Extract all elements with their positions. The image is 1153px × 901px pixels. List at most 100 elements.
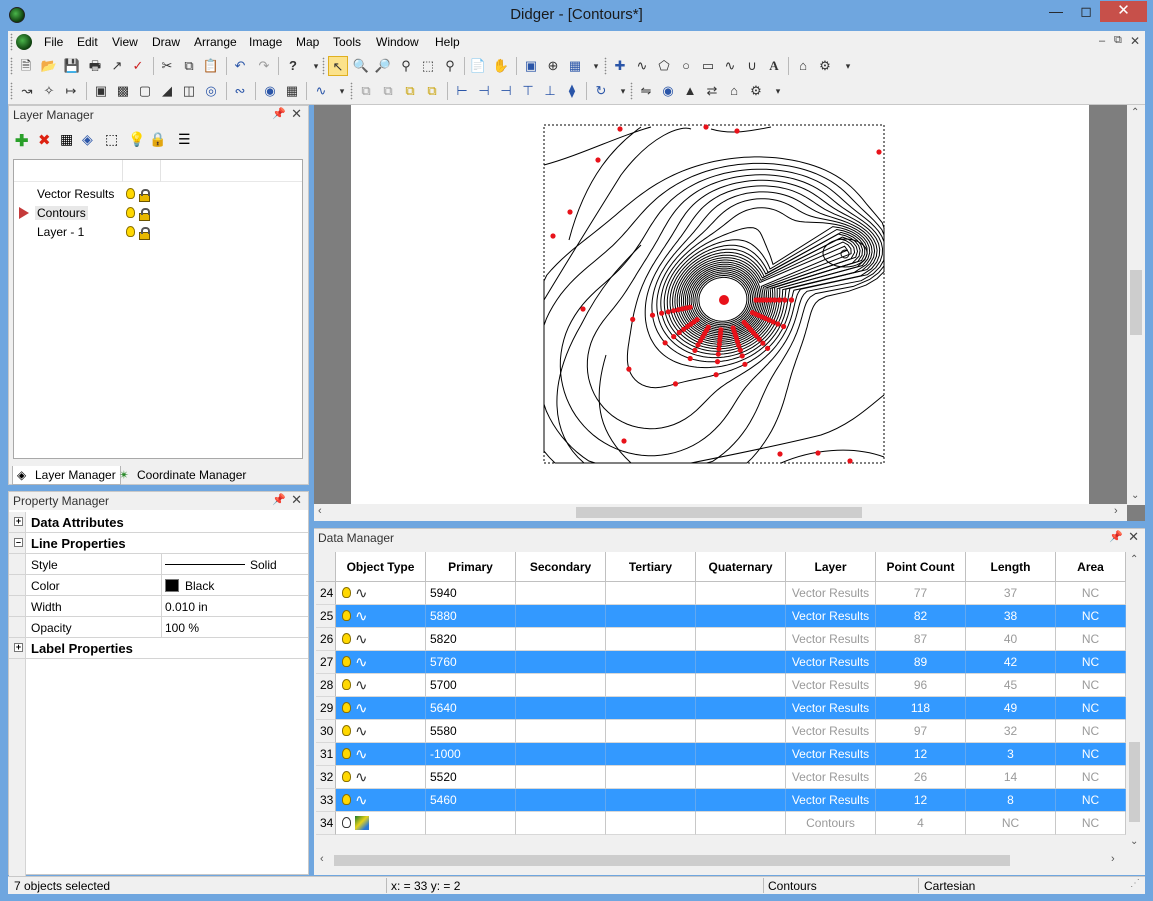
prop-style[interactable]: Style Solid	[9, 554, 308, 575]
close-panel-icon[interactable]: ✕	[291, 106, 302, 122]
digitized-point[interactable]	[718, 327, 724, 333]
layer-lock-icon[interactable]	[139, 227, 150, 240]
area-cell[interactable]: NC	[1056, 743, 1126, 766]
digitized-point[interactable]	[692, 347, 698, 353]
table-row[interactable]: 27 ∿ 5760 Vector Results 89 42 NC	[316, 651, 1126, 674]
zoom-selected-icon[interactable]: ⚲	[440, 56, 460, 76]
digitized-point[interactable]	[676, 329, 682, 336]
layer-cell[interactable]: Vector Results	[786, 651, 876, 674]
visibility-bulb-icon[interactable]	[342, 587, 351, 598]
split-icon[interactable]: ◫	[179, 81, 199, 101]
row-number[interactable]: 28	[316, 674, 336, 697]
layer-label[interactable]: Contours	[35, 206, 88, 220]
area-cell[interactable]: NC	[1056, 651, 1126, 674]
resize-grip-icon[interactable]: ⋰	[1130, 878, 1140, 889]
menu-grip[interactable]	[10, 33, 13, 51]
column-header[interactable]: Area	[1056, 552, 1126, 582]
object-type-cell[interactable]: ∿	[336, 628, 426, 651]
point-count-cell[interactable]: 12	[876, 743, 966, 766]
object-type-cell[interactable]: ∿	[336, 789, 426, 812]
ellipse-tool-icon[interactable]: ○	[676, 56, 696, 76]
digitized-point[interactable]	[621, 438, 627, 444]
digitized-point[interactable]	[775, 321, 781, 327]
scroll-thumb[interactable]	[1129, 742, 1140, 822]
digitized-point[interactable]	[782, 297, 788, 303]
globe-icon[interactable]: ◎	[201, 81, 221, 101]
menu-draw[interactable]: Draw	[152, 35, 180, 49]
plot-view[interactable]	[314, 105, 1145, 521]
digitized-point[interactable]	[847, 458, 853, 464]
mdi-close-icon[interactable]: ✕	[1130, 34, 1140, 48]
length-cell[interactable]: 3	[966, 743, 1056, 766]
object-type-cell[interactable]: ∿	[336, 674, 426, 697]
frame-icon[interactable]: ▢	[135, 81, 155, 101]
move-front-icon[interactable]: ⧉	[356, 81, 376, 101]
digitized-point[interactable]	[626, 366, 632, 372]
quaternary-cell[interactable]	[696, 812, 786, 835]
digitized-point[interactable]	[687, 355, 693, 362]
point-count-cell[interactable]: 118	[876, 697, 966, 720]
close-panel-icon[interactable]: ✕	[291, 492, 302, 508]
area-cell[interactable]: NC	[1056, 812, 1126, 835]
tertiary-cell[interactable]	[606, 720, 696, 743]
section-label-properties[interactable]: + Label Properties	[9, 638, 308, 659]
layer-order-icon[interactable]: ☰	[178, 131, 191, 148]
visibility-bulb-icon[interactable]	[342, 610, 351, 621]
point-count-cell[interactable]: 26	[876, 766, 966, 789]
toolbar-grip[interactable]	[630, 82, 633, 100]
row-number[interactable]: 29	[316, 697, 336, 720]
toolbar-overflow-icon[interactable]: ▾	[768, 81, 788, 101]
layer-extent-icon[interactable]: ⬚	[105, 131, 118, 148]
polyline-tool-icon[interactable]: ∿	[632, 56, 652, 76]
secondary-cell[interactable]	[516, 605, 606, 628]
collapse-icon[interactable]: –	[14, 538, 23, 547]
menu-arrange[interactable]: Arrange	[194, 35, 237, 49]
visibility-bulb-icon[interactable]	[342, 725, 351, 736]
visibility-bulb-icon[interactable]	[342, 748, 351, 759]
digitized-point[interactable]	[665, 309, 671, 315]
toolbar-grip[interactable]	[10, 82, 13, 100]
table-row[interactable]: 26 ∿ 5820 Vector Results 87 40 NC	[316, 628, 1126, 651]
point-count-cell[interactable]: 77	[876, 582, 966, 605]
digitized-point[interactable]	[715, 351, 721, 357]
scroll-right-icon[interactable]: ›	[1114, 505, 1118, 517]
trace-icon[interactable]: ↝	[17, 81, 37, 101]
toolbar-grip[interactable]	[322, 57, 325, 75]
zoom-page-icon[interactable]: 📄	[468, 56, 488, 76]
quaternary-cell[interactable]	[696, 743, 786, 766]
data-grid[interactable]: Object Type Primary Secondary Tertiary Quate…	[316, 552, 1126, 835]
digitized-point[interactable]	[694, 317, 700, 323]
digitized-point[interactable]	[659, 310, 665, 316]
column-header[interactable]: Object Type	[336, 552, 426, 582]
layer-cell[interactable]: Vector Results	[786, 743, 876, 766]
scroll-up-icon[interactable]: ⌃	[1130, 554, 1138, 565]
quaternary-cell[interactable]	[696, 789, 786, 812]
delete-layer-icon[interactable]: ✖	[38, 131, 51, 149]
digitized-point[interactable]	[716, 346, 722, 352]
square-icon[interactable]: ▣	[91, 81, 111, 101]
toolbar-grip[interactable]	[10, 57, 13, 75]
tertiary-cell[interactable]	[606, 812, 696, 835]
quaternary-cell[interactable]	[696, 674, 786, 697]
layer-row-vector-results[interactable]: Vector Results	[14, 185, 302, 204]
help-pointer-icon[interactable]: ?	[283, 56, 303, 76]
layer-cell[interactable]: Vector Results	[786, 582, 876, 605]
tertiary-cell[interactable]	[606, 697, 696, 720]
scroll-up-icon[interactable]: ⌃	[1131, 107, 1139, 118]
smooth-icon[interactable]: ∾	[230, 81, 250, 101]
scroll-left-icon[interactable]: ‹	[318, 505, 322, 517]
combine-icon[interactable]: ▩	[113, 81, 133, 101]
lock-icon[interactable]: 🔒	[149, 131, 166, 148]
length-cell[interactable]: 14	[966, 766, 1056, 789]
grid-corner[interactable]	[316, 552, 336, 582]
column-header[interactable]: Quaternary	[696, 552, 786, 582]
world-icon[interactable]: ◉	[658, 81, 678, 101]
area-cell[interactable]: NC	[1056, 674, 1126, 697]
area-cell[interactable]: NC	[1056, 720, 1126, 743]
digitized-point[interactable]	[734, 128, 740, 134]
tertiary-cell[interactable]	[606, 674, 696, 697]
primary-cell[interactable]: 5760	[426, 651, 516, 674]
slice-icon[interactable]: ◢	[157, 81, 177, 101]
digitized-point[interactable]	[730, 325, 736, 331]
visibility-bulb-icon[interactable]	[342, 794, 351, 805]
